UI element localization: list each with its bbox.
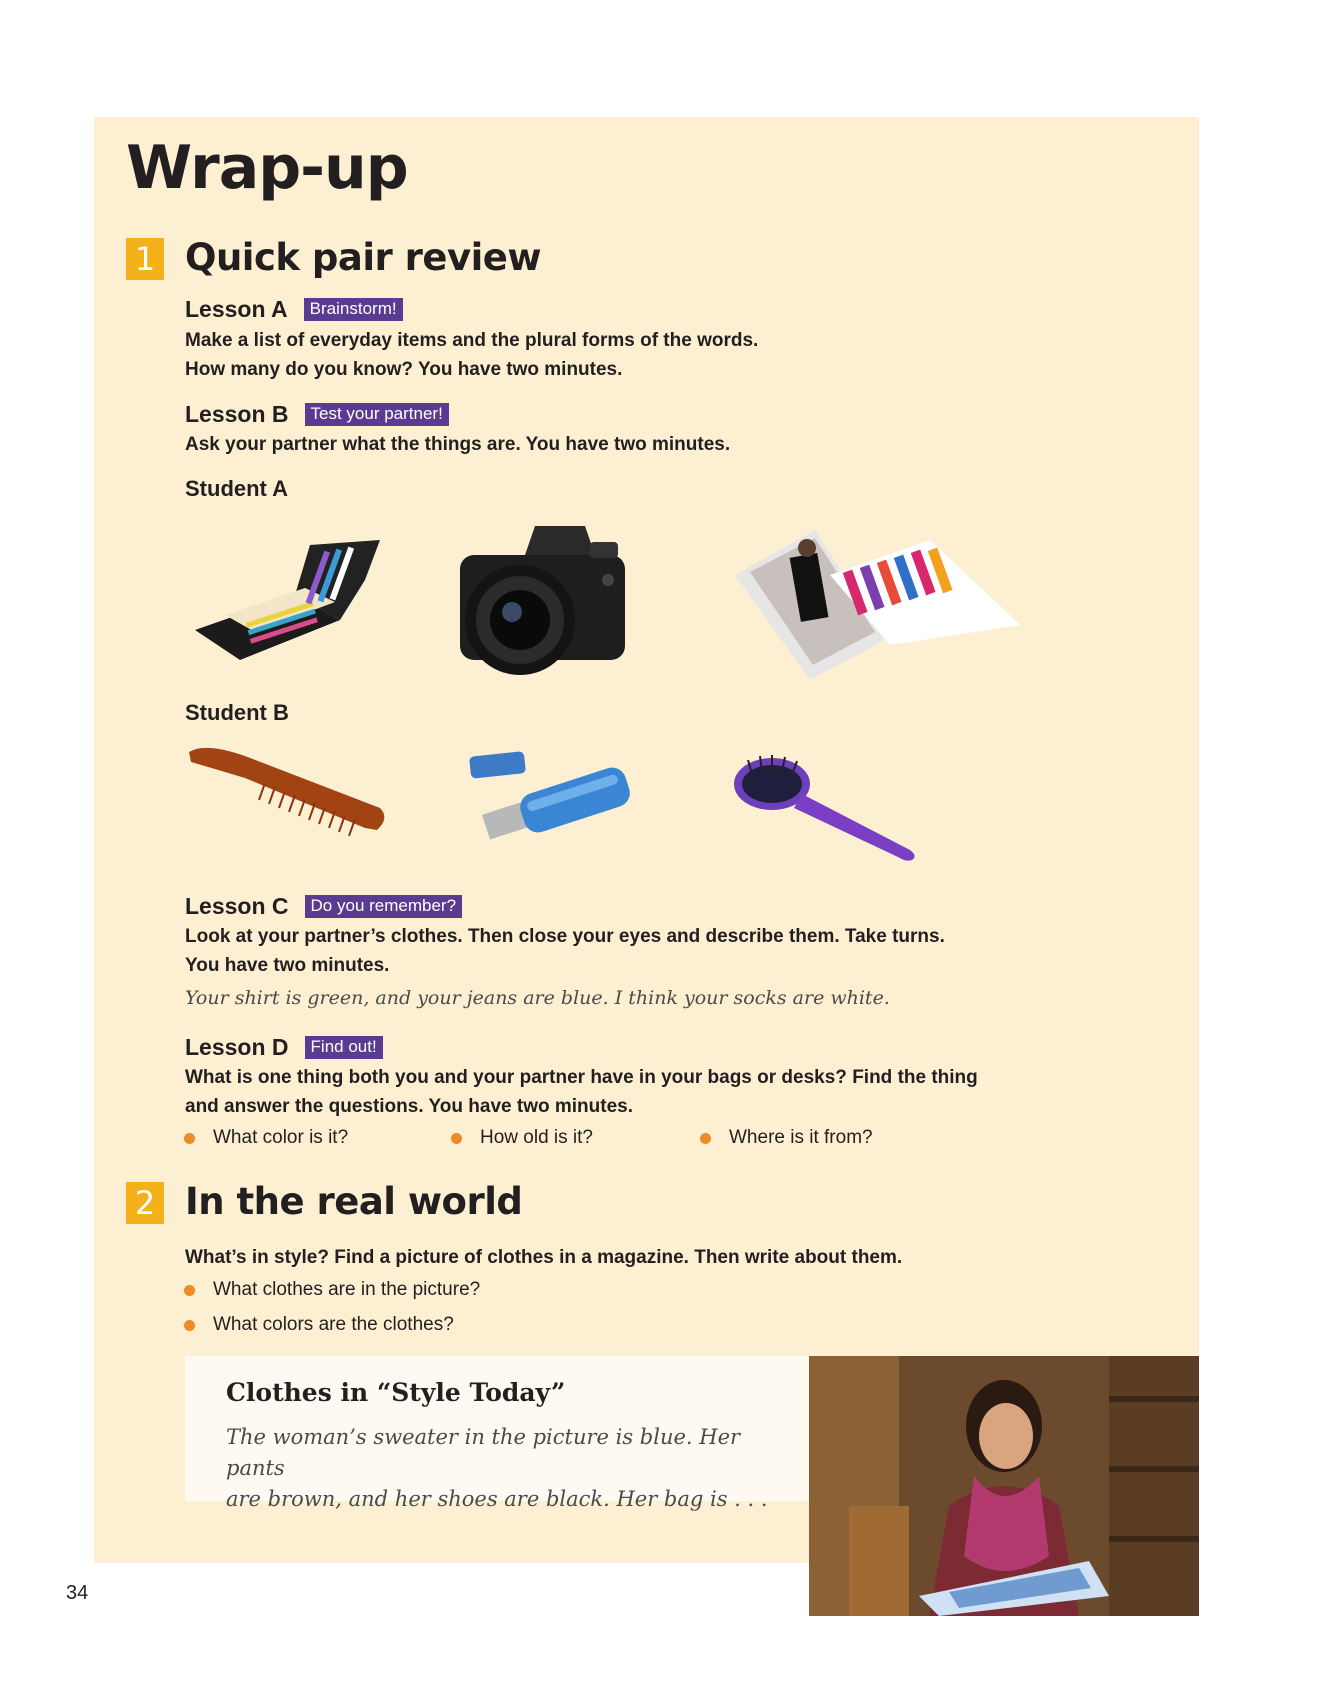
question-text: How old is it? bbox=[480, 1127, 593, 1148]
lesson-b-header: Lesson B Test your partner! bbox=[185, 401, 449, 428]
lesson-a-label: Lesson A bbox=[185, 296, 288, 322]
question-text: Where is it from? bbox=[729, 1127, 873, 1148]
lesson-c-instruction-2: You have two minutes. bbox=[185, 955, 390, 976]
magazine-image bbox=[735, 530, 1020, 680]
note-title: Clothes in “Style Today” bbox=[226, 1378, 566, 1407]
bullet-dot bbox=[700, 1132, 711, 1144]
hairbrush-image bbox=[734, 755, 915, 861]
bullet-dot bbox=[451, 1132, 462, 1144]
student-a-label: Student A bbox=[185, 476, 289, 501]
section-2-intro: What’s in style? Find a picture of cloth… bbox=[185, 1247, 903, 1268]
lesson-b-instruction: Ask your partner what the things are. Yo… bbox=[185, 434, 731, 455]
section-number-2: 2 bbox=[126, 1182, 164, 1224]
list-item-text: What clothes are in the picture? bbox=[213, 1279, 481, 1300]
camera-image bbox=[460, 526, 625, 675]
list-item-text: What colors are the clothes? bbox=[213, 1314, 454, 1335]
page-title: Wrap-up bbox=[126, 133, 409, 203]
lesson-c-example: Your shirt is green, and your jeans are … bbox=[185, 987, 890, 1009]
lesson-a-header: Lesson A Brainstorm! bbox=[185, 296, 403, 323]
question-bullet: How old is it? bbox=[451, 1127, 593, 1149]
lesson-d-label: Lesson D bbox=[185, 1034, 289, 1060]
lesson-d-instruction-2: and answer the questions. You have two m… bbox=[185, 1096, 633, 1117]
lesson-c-instruction-1: Look at your partner’s clothes. Then clo… bbox=[185, 926, 945, 947]
do-you-remember-tag: Do you remember? bbox=[304, 895, 463, 918]
lesson-a-instruction-2: How many do you know? You have two minut… bbox=[185, 359, 623, 380]
woman-reading-magazine-photo bbox=[809, 1356, 1199, 1616]
section-number-1: 1 bbox=[126, 238, 164, 280]
wallet-image bbox=[195, 540, 380, 660]
example-note-box: Clothes in “Style Today” The woman’s swe… bbox=[185, 1356, 809, 1511]
lesson-c-header: Lesson C Do you remember? bbox=[185, 893, 463, 920]
note-body-line-1: The woman’s sweater in the picture is bl… bbox=[226, 1425, 741, 1480]
note-body: The woman’s sweater in the picture is bl… bbox=[226, 1422, 796, 1515]
lesson-d-header: Lesson D Find out! bbox=[185, 1034, 383, 1061]
student-b-label: Student B bbox=[185, 700, 289, 725]
find-out-tag: Find out! bbox=[304, 1036, 383, 1059]
question-bullet: What color is it? bbox=[184, 1127, 348, 1149]
bullet-dot bbox=[184, 1132, 195, 1144]
question-bullet: Where is it from? bbox=[700, 1127, 873, 1149]
list-item: What clothes are in the picture? bbox=[184, 1279, 480, 1301]
lesson-a-instruction-1: Make a list of everyday items and the pl… bbox=[185, 330, 759, 351]
brainstorm-tag: Brainstorm! bbox=[303, 298, 403, 321]
test-your-partner-tag: Test your partner! bbox=[304, 403, 449, 426]
note-body-line-2: are brown, and her shoes are black. Her … bbox=[226, 1487, 768, 1511]
bullet-dot bbox=[184, 1319, 195, 1331]
lesson-d-instruction-1: What is one thing both you and your part… bbox=[185, 1067, 978, 1088]
lesson-b-label: Lesson B bbox=[185, 401, 289, 427]
lesson-c-label: Lesson C bbox=[185, 893, 289, 919]
page-number: 34 bbox=[66, 1582, 89, 1604]
question-text: What color is it? bbox=[213, 1127, 349, 1148]
comb-image bbox=[189, 747, 385, 837]
section-title-quick-pair-review: Quick pair review bbox=[185, 236, 542, 279]
usb-drive-image bbox=[469, 751, 630, 840]
section-title-in-the-real-world: In the real world bbox=[185, 1180, 523, 1223]
list-item: What colors are the clothes? bbox=[184, 1314, 454, 1336]
bullet-dot bbox=[184, 1284, 195, 1296]
